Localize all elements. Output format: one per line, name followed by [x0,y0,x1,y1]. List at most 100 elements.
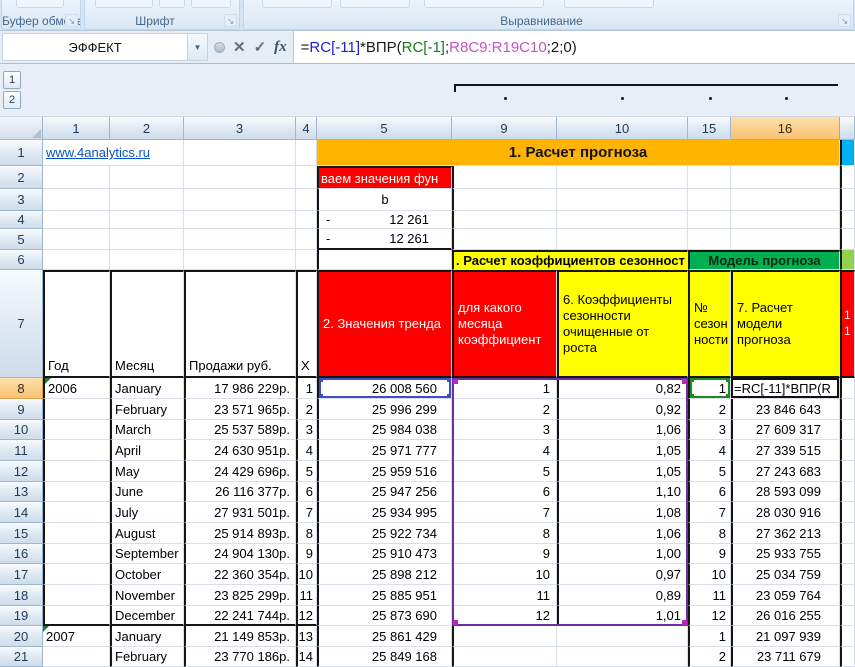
dialog-launcher-icon[interactable]: ↘ [838,14,851,27]
cell-x[interactable]: 2 [296,399,317,420]
header-coefficients[interactable]: 6. Коэффициенты сезонности очищенные от … [557,270,688,378]
cell-coeff-month[interactable]: 3 [452,420,557,440]
cell-year[interactable] [43,420,110,440]
column-header-selected[interactable]: 16 [731,117,840,140]
cell-trend[interactable]: 25 861 429 [317,626,452,647]
cell-year[interactable] [43,647,110,667]
cell[interactable] [840,440,855,461]
cell[interactable] [452,166,557,189]
cell[interactable] [840,482,855,502]
cell-season[interactable]: 5 [688,461,731,482]
cell-coeff-month[interactable]: 8 [452,523,557,544]
cell[interactable] [840,544,855,564]
cell-sales[interactable]: 22 360 354р. [184,564,296,585]
header-model-calc[interactable]: 7. Расчет модели прогноза [731,270,840,378]
cell-x[interactable]: 12 [296,606,317,626]
partial-ribbon-button[interactable] [191,0,231,8]
row-header[interactable]: 6 [0,250,43,270]
cell-coeff-month[interactable]: 1 [452,378,557,399]
cell-year[interactable]: 2006 [43,378,110,399]
cell[interactable] [840,585,855,606]
row-header-selected[interactable]: 8 [0,378,43,399]
cell-month[interactable]: October [110,564,184,585]
cell-season[interactable]: 12 [688,606,731,626]
column-header[interactable]: 1 [43,117,110,140]
cell[interactable] [110,166,184,189]
cell[interactable] [296,166,317,189]
cell[interactable] [731,166,840,189]
cell-season[interactable]: 9 [688,544,731,564]
cell-x[interactable]: 7 [296,502,317,523]
enter-button[interactable]: ✓ [254,40,267,55]
cell-sales[interactable]: 25 537 589р. [184,420,296,440]
partial-ribbon-button[interactable] [16,0,64,8]
cell[interactable] [296,229,317,250]
cell-model[interactable]: 28 593 099 [731,482,840,502]
column-header[interactable]: 4 [296,117,317,140]
cell-x[interactable]: 10 [296,564,317,585]
b-label-cell[interactable]: b [317,189,452,211]
cell-coeff[interactable]: 1,00 [557,544,688,564]
cell[interactable] [557,211,688,229]
cell-sales[interactable]: 26 116 377р. [184,482,296,502]
cell[interactable] [43,211,110,229]
cell[interactable] [688,229,731,250]
partial-ribbon-button[interactable] [262,0,332,8]
cell-sales[interactable]: 23 825 299р. [184,585,296,606]
cell-sales[interactable]: 23 770 186р. [184,647,296,667]
cell[interactable] [557,189,688,211]
row-header[interactable]: 14 [0,502,43,523]
model-section-title-cell[interactable]: Модель прогноза [688,250,840,270]
name-box-dropdown[interactable]: ▼ [188,33,208,61]
header-month[interactable]: Месяц [110,270,184,378]
cell-month[interactable]: May [110,461,184,482]
partial-ribbon-button[interactable] [95,0,153,8]
cell-year[interactable] [43,585,110,606]
cell-year[interactable] [43,502,110,523]
cell-sales[interactable]: 17 986 229р. [184,378,296,399]
cell-season-ref-green[interactable]: 1 [688,378,731,399]
cell-coeff-month[interactable]: 5 [452,461,557,482]
cell-coeff[interactable]: 0,97 [557,564,688,585]
cell-trend[interactable]: 25 971 777 [317,440,452,461]
select-all-corner[interactable] [0,117,43,140]
cell[interactable] [43,166,110,189]
cell-trend[interactable]: 25 934 995 [317,502,452,523]
cell-year[interactable] [43,482,110,502]
cell-model[interactable]: 27 362 213 [731,523,840,544]
negative-value-cell[interactable]: -12 261 [317,211,452,229]
cell-season[interactable]: 2 [688,647,731,667]
cell-year[interactable] [43,606,110,626]
cell[interactable] [840,378,855,399]
cell-season[interactable]: 6 [688,482,731,502]
header-year[interactable]: Год [43,270,110,378]
cell-month[interactable]: April [110,440,184,461]
cell-trend[interactable]: 25 910 473 [317,544,452,564]
cell[interactable] [110,229,184,250]
cell-month[interactable]: September [110,544,184,564]
cell-model[interactable]: 25 034 759 [731,564,840,585]
cell[interactable] [110,211,184,229]
cell[interactable] [840,229,855,250]
cell-sales[interactable]: 27 931 501р. [184,502,296,523]
cell-coeff[interactable]: 0,89 [557,585,688,606]
cell-year[interactable] [43,544,110,564]
cell-cyan[interactable] [840,140,855,166]
hyperlink-cell[interactable]: www.4analytics.ru [43,140,184,166]
cell-coeff[interactable]: 1,08 [557,502,688,523]
cell[interactable] [296,140,317,166]
cell-model[interactable]: 25 933 755 [731,544,840,564]
cell-year[interactable] [43,564,110,585]
cell-season[interactable]: 8 [688,523,731,544]
cell-sales[interactable]: 24 630 951р. [184,440,296,461]
column-header[interactable]: 10 [557,117,688,140]
cell-trend-ref-blue[interactable]: 26 008 560 [317,378,452,399]
row-header[interactable]: 9 [0,399,43,420]
row-header[interactable]: 15 [0,523,43,544]
cell-season[interactable]: 7 [688,502,731,523]
cell[interactable] [557,229,688,250]
cell[interactable] [43,229,110,250]
cell-coeff[interactable]: 0,82 [557,378,688,399]
cell[interactable] [184,250,296,270]
cell[interactable] [688,189,731,211]
